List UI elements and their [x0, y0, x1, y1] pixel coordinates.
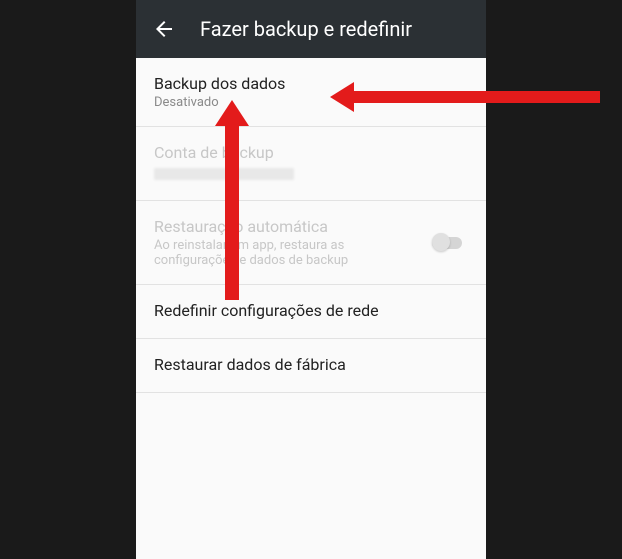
item-title: Restauração automática — [154, 217, 422, 236]
item-subtitle: Ao reinstalar um app, restaura as config… — [154, 238, 422, 268]
redacted-account — [154, 168, 294, 180]
back-arrow-icon[interactable] — [152, 17, 176, 41]
item-title: Conta de backup — [154, 143, 468, 162]
reset-network-item[interactable]: Redefinir configurações de rede — [136, 285, 486, 339]
auto-restore-toggle — [432, 233, 468, 253]
backup-data-item[interactable]: Backup dos dados Desativado — [136, 58, 486, 127]
factory-reset-item[interactable]: Restaurar dados de fábrica — [136, 339, 486, 393]
settings-list: Backup dos dados Desativado Conta de bac… — [136, 58, 486, 559]
app-bar: Fazer backup e redefinir — [136, 0, 486, 58]
item-title: Restaurar dados de fábrica — [154, 355, 468, 374]
item-subtitle: Desativado — [154, 95, 468, 110]
item-title: Backup dos dados — [154, 74, 468, 93]
page-title: Fazer backup e redefinir — [200, 17, 412, 41]
settings-screen: Fazer backup e redefinir Backup dos dado… — [136, 0, 486, 559]
item-title: Redefinir configurações de rede — [154, 301, 468, 320]
backup-account-item: Conta de backup — [136, 127, 486, 201]
auto-restore-item: Restauração automática Ao reinstalar um … — [136, 201, 486, 285]
